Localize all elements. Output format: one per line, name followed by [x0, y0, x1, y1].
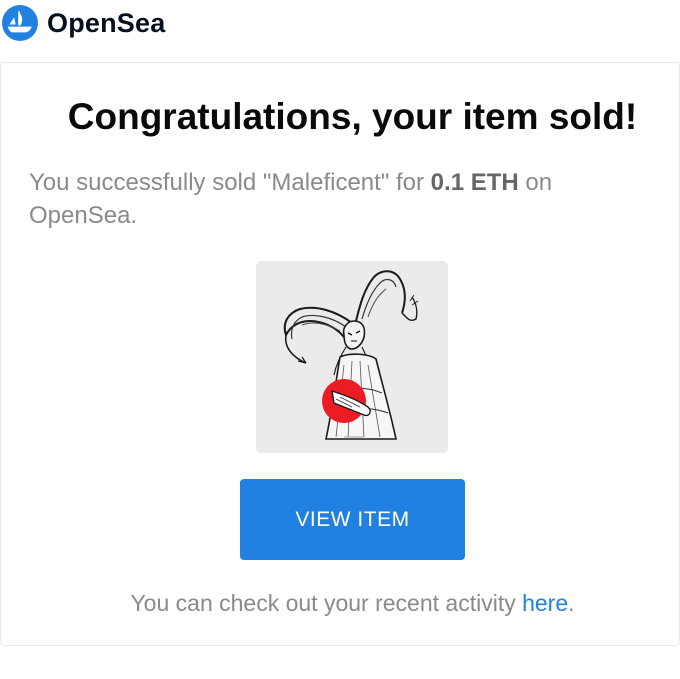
- maleficent-artwork-image: [256, 261, 448, 453]
- brand-name: OpenSea: [47, 8, 166, 38]
- opensea-logo-icon: [2, 5, 38, 41]
- page-title: Congratulations, your item sold!: [67, 96, 638, 137]
- sale-message-prefix: You successfully sold "Maleficent" for: [29, 169, 431, 196]
- activity-note: You can check out your recent activity h…: [0, 588, 680, 618]
- view-item-button[interactable]: VIEW ITEM: [240, 479, 465, 560]
- sale-price: 0.1 ETH: [430, 169, 519, 196]
- nft-item-image[interactable]: [256, 261, 448, 453]
- email-header: OpenSea: [0, 0, 680, 56]
- activity-note-end: .: [568, 590, 575, 616]
- activity-link[interactable]: here: [522, 590, 568, 616]
- activity-note-text: You can check out your recent activity: [130, 590, 523, 616]
- sale-message: You successfully sold "Maleficent" for 0…: [29, 166, 649, 232]
